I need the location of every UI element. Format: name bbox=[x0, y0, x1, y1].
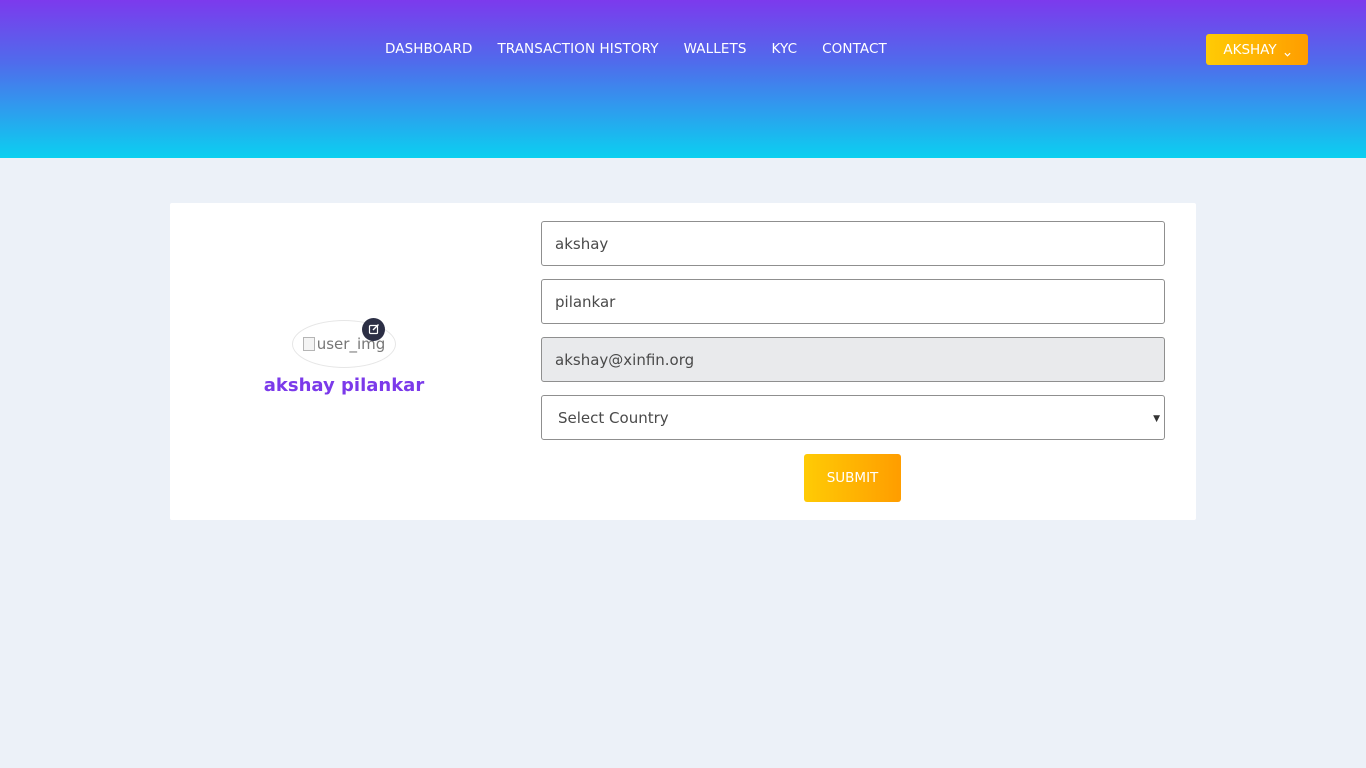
avatar-edit-button[interactable] bbox=[362, 318, 385, 341]
edit-icon bbox=[368, 320, 380, 339]
profile-name: akshay pilankar bbox=[263, 375, 425, 396]
first-name-input[interactable] bbox=[541, 221, 1165, 266]
nav-kyc[interactable]: KYC bbox=[772, 41, 798, 57]
user-menu-label: AKSHAY bbox=[1223, 41, 1277, 58]
nav-transaction-history[interactable]: TRANSACTION HISTORY bbox=[497, 41, 658, 57]
country-select[interactable]: Select Country ▼ bbox=[541, 395, 1165, 440]
nav-dashboard[interactable]: DASHBOARD bbox=[385, 41, 472, 57]
last-name-input[interactable] bbox=[541, 279, 1165, 324]
nav-wallets[interactable]: WALLETS bbox=[684, 41, 747, 57]
chevron-down-icon bbox=[1284, 46, 1291, 57]
profile-card: user_img akshay pilankar Select Country … bbox=[170, 203, 1196, 520]
top-header: DASHBOARD TRANSACTION HISTORY WALLETS KY… bbox=[0, 0, 1366, 158]
main-nav: DASHBOARD TRANSACTION HISTORY WALLETS KY… bbox=[385, 40, 912, 58]
submit-button[interactable]: SUBMIT bbox=[804, 454, 901, 502]
user-menu-button[interactable]: AKSHAY bbox=[1206, 34, 1308, 65]
nav-contact[interactable]: CONTACT bbox=[822, 41, 887, 57]
caret-down-icon: ▼ bbox=[1153, 414, 1160, 424]
country-select-value: Select Country bbox=[558, 408, 669, 427]
broken-image-icon bbox=[302, 337, 315, 351]
email-input[interactable] bbox=[541, 337, 1165, 382]
